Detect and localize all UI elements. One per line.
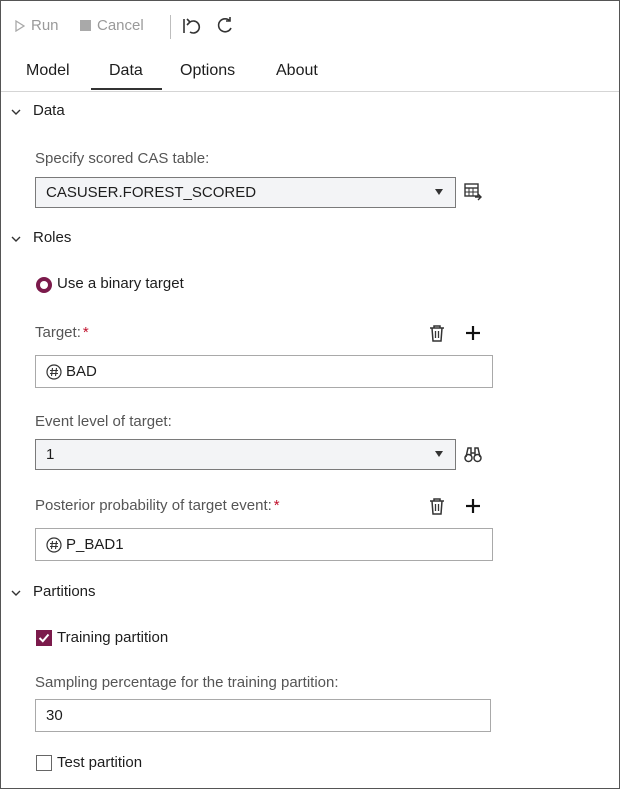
target-label: Target: * [35,324,89,341]
sampling-label: Sampling percentage for the training par… [35,674,339,691]
sampling-value: 30 [46,707,63,724]
run-button[interactable]: Run [15,17,59,34]
cancel-button[interactable]: Cancel [80,17,144,34]
test-partition-checkbox[interactable] [36,755,52,771]
posterior-field[interactable]: P_BAD1 [35,528,493,561]
event-level-select[interactable]: 1 [35,439,456,470]
target-value: BAD [66,363,97,380]
chevron-down-icon [11,236,21,242]
tab-options[interactable]: Options [180,62,235,80]
checkmark-icon [38,633,50,643]
scored-table-select[interactable]: CASUSER.FOREST_SCORED [35,177,456,208]
required-mark: * [82,324,89,341]
event-level-label: Event level of target: [35,413,172,430]
training-partition-checkbox[interactable] [36,630,52,646]
numeric-variable-icon [46,536,62,553]
chevron-down-icon [11,590,21,596]
active-tab-indicator [91,88,162,90]
section-title: Partitions [33,583,96,600]
trash-icon[interactable] [427,323,447,343]
training-partition-label: Training partition [57,629,169,646]
tab-bar: Model Data Options About [1,53,619,92]
tab-data[interactable]: Data [109,62,143,80]
toolbar: Run Cancel [1,1,619,53]
tab-model[interactable]: Model [26,62,70,80]
dropdown-caret-icon [435,451,443,457]
sampling-input[interactable]: 30 [35,699,491,732]
dropdown-caret-icon [435,189,443,195]
undo-icon[interactable] [182,16,202,36]
run-label: Run [31,17,59,34]
scored-table-label: Specify scored CAS table: [35,150,210,167]
test-partition-label: Test partition [57,754,143,771]
event-level-value: 1 [46,446,55,463]
refresh-icon[interactable] [215,16,235,36]
add-icon[interactable] [463,323,483,343]
required-mark: * [273,497,280,514]
numeric-variable-icon [46,363,62,380]
binary-target-radio[interactable] [36,277,52,293]
section-title: Data [33,102,65,119]
posterior-value: P_BAD1 [66,536,124,553]
trash-icon[interactable] [427,496,447,516]
tab-about[interactable]: About [276,62,318,80]
binoculars-icon[interactable] [463,445,483,465]
stop-icon [80,20,91,31]
table-browse-icon[interactable] [463,182,483,202]
toolbar-divider [170,15,171,39]
cancel-label: Cancel [97,17,144,34]
play-icon [15,19,25,32]
add-icon[interactable] [463,496,483,516]
section-title: Roles [33,229,72,246]
chevron-down-icon [11,109,21,115]
posterior-label: Posterior probability of target event: * [35,497,280,514]
binary-target-label: Use a binary target [57,275,184,292]
window: Run Cancel Model Data Options About Data… [0,0,620,789]
scored-table-value: CASUSER.FOREST_SCORED [46,184,257,201]
target-field[interactable]: BAD [35,355,493,388]
